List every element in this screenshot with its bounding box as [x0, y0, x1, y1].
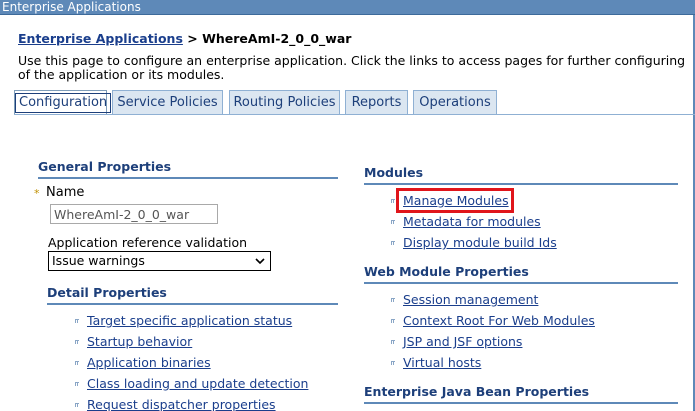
name-label: Name — [46, 185, 85, 200]
select-value: Issue warnings — [52, 253, 145, 268]
tab-routing-policies[interactable]: Routing Policies — [229, 90, 340, 115]
breadcrumb-separator: > — [182, 31, 203, 46]
display-module-build-ids-link[interactable]: Display module build Ids — [403, 235, 557, 250]
breadcrumb: Enterprise Applications > WhereAmI-2_0_0… — [18, 31, 351, 46]
bullet-icon — [75, 382, 79, 386]
tab-label: Operations — [419, 95, 491, 110]
breadcrumb-current: WhereAmI-2_0_0_war — [202, 31, 352, 46]
bullet-icon — [391, 241, 395, 245]
bullet-icon — [75, 319, 79, 323]
ejb-properties-heading: Enterprise Java Bean Properties — [364, 384, 678, 404]
breadcrumb-enterprise-applications-link[interactable]: Enterprise Applications — [18, 31, 183, 46]
list-item: Class loading and update detection — [75, 373, 308, 394]
list-item: Display module build Ids — [391, 232, 557, 253]
bullet-icon — [75, 340, 79, 344]
tab-service-policies[interactable]: Service Policies — [112, 90, 223, 115]
tab-operations[interactable]: Operations — [413, 90, 497, 115]
list-item: JSP and JSF options — [391, 331, 595, 352]
chevron-down-icon — [255, 258, 265, 265]
list-item: Metadata for modules — [391, 211, 557, 232]
window-title: Enterprise Applications — [2, 0, 141, 14]
list-item: Session management — [391, 289, 595, 310]
manage-modules-highlight — [396, 188, 514, 213]
bullet-icon — [75, 403, 79, 407]
list-item: Target specific application status — [75, 310, 308, 331]
class-loading-link[interactable]: Class loading and update detection — [87, 376, 308, 391]
tab-label: Reports — [351, 95, 402, 110]
tab-underline — [14, 114, 695, 115]
bullet-icon — [391, 220, 395, 224]
tab-configuration[interactable]: Configuration — [14, 90, 112, 115]
session-management-link[interactable]: Session management — [403, 292, 538, 307]
list-item: Request dispatcher properties — [75, 394, 308, 411]
list-item: Application binaries — [75, 352, 308, 373]
bullet-icon — [391, 340, 395, 344]
web-module-list: Session management Context Root For Web … — [391, 289, 595, 373]
request-dispatcher-link[interactable]: Request dispatcher properties — [87, 397, 276, 411]
app-reference-validation-label: Application reference validation — [48, 235, 248, 250]
page-description: Use this page to configure an enterprise… — [18, 53, 686, 82]
tab-label: Configuration — [15, 93, 112, 113]
target-specific-status-link[interactable]: Target specific application status — [87, 313, 292, 328]
web-module-properties-heading: Web Module Properties — [364, 264, 678, 284]
tab-label: Service Policies — [117, 95, 218, 110]
application-binaries-link[interactable]: Application binaries — [87, 355, 211, 370]
name-field[interactable] — [50, 204, 218, 224]
tab-label: Routing Policies — [233, 95, 336, 110]
list-item: Context Root For Web Modules — [391, 310, 595, 331]
general-properties-heading: General Properties — [38, 159, 338, 179]
list-item: Startup behavior — [75, 331, 308, 352]
list-item: Virtual hosts — [391, 352, 595, 373]
bullet-icon — [391, 298, 395, 302]
context-root-link[interactable]: Context Root For Web Modules — [403, 313, 595, 328]
detail-properties-list: Target specific application status Start… — [75, 310, 308, 411]
modules-heading: Modules — [364, 165, 678, 185]
bullet-icon — [391, 319, 395, 323]
startup-behavior-link[interactable]: Startup behavior — [87, 334, 192, 349]
window-title-bar: Enterprise Applications — [0, 0, 695, 15]
jsp-jsf-options-link[interactable]: JSP and JSF options — [403, 334, 522, 349]
virtual-hosts-link[interactable]: Virtual hosts — [403, 355, 481, 370]
app-reference-validation-select[interactable]: Issue warnings — [48, 251, 271, 271]
metadata-for-modules-link[interactable]: Metadata for modules — [403, 214, 541, 229]
bullet-icon — [75, 361, 79, 365]
required-field-icon: * — [34, 187, 40, 200]
bullet-icon — [391, 361, 395, 365]
tab-reports[interactable]: Reports — [345, 90, 408, 115]
detail-properties-heading: Detail Properties — [47, 285, 338, 305]
bullet-icon — [391, 199, 395, 203]
